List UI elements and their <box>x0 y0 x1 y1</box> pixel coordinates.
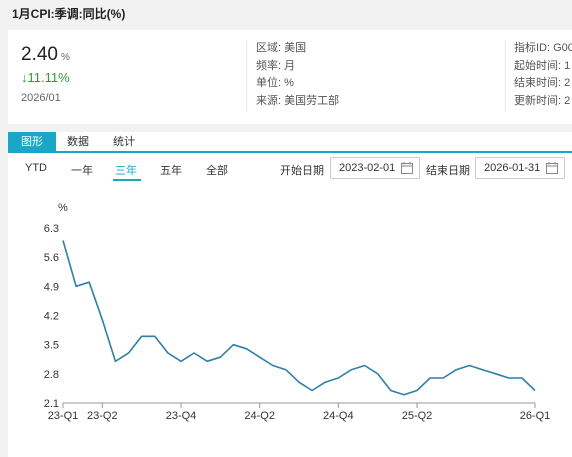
start-date-value: 2023-02-01 <box>339 162 396 174</box>
range-ytd[interactable]: YTD <box>25 162 47 174</box>
change-indicator: ↓11.11% <box>21 70 70 85</box>
x-tick-label: 24-Q2 <box>244 410 275 422</box>
end-date-value: 2026-01-31 <box>484 162 541 174</box>
y-tick-label: 6.3 <box>44 223 59 235</box>
x-tick-label: 23-Q2 <box>87 410 118 422</box>
y-tick-label: 2.8 <box>44 369 59 381</box>
x-tick-label: 23-Q1 <box>48 410 79 422</box>
meta-left: 区域: 美国 频率: 月 单位: % 来源: 美国劳工部 <box>256 40 339 110</box>
y-axis-ticks: 6.3 5.6 4.9 4.2 3.5 2.8 2.1 <box>44 223 59 410</box>
series-group <box>62 240 536 396</box>
x-axis: 23-Q1 23-Q2 23-Q4 24-Q2 24-Q4 25-Q2 26-Q1 <box>48 402 551 422</box>
end-date-input[interactable]: 2026-01-31 <box>475 157 565 179</box>
tab-data[interactable]: 数据 <box>54 132 102 153</box>
title-bar: 1月CPI:季调:同比(%) <box>0 0 572 26</box>
tab-chart[interactable]: 图形 <box>8 132 56 153</box>
latest-value: 2.40% <box>21 44 70 66</box>
meta-update-time: 更新时间: 2 <box>514 94 571 107</box>
range-5y[interactable]: 五年 <box>160 162 182 178</box>
latest-period: 2026/01 <box>21 92 61 104</box>
y-tick-label: 5.6 <box>44 252 59 264</box>
series-line[interactable] <box>62 240 536 396</box>
y-tick-label: 4.9 <box>44 281 59 293</box>
meta-frequency: 频率: 月 <box>256 59 296 72</box>
page-title: 1月CPI:季调:同比(%) <box>12 7 126 21</box>
latest-value-number: 2.40 <box>21 44 58 65</box>
tab-stats[interactable]: 统计 <box>100 132 148 153</box>
meta-unit: 单位: % <box>256 77 294 89</box>
meta-region: 区域: 美国 <box>256 42 307 54</box>
range-active-underline <box>113 179 141 181</box>
start-date-input[interactable]: 2023-02-01 <box>330 157 420 179</box>
calendar-icon <box>401 162 413 174</box>
end-date-label: 结束日期 <box>426 165 470 177</box>
divider <box>246 40 247 112</box>
x-tick-label: 24-Q4 <box>323 410 354 422</box>
x-tick-label: 26-Q1 <box>520 410 551 422</box>
y-tick-label: 4.2 <box>44 311 59 323</box>
divider <box>505 40 506 112</box>
cpi-line-chart: % 6.35.64.94.23.52.82.1 23-Q1 23-Q2 23-Q4 2… <box>44 202 551 422</box>
summary-card: 2.40% ↓11.11% 2026/01 区域: 美国 频率: 月 单位: %… <box>8 30 572 124</box>
meta-start-time: 起始时间: 1 <box>514 59 571 72</box>
meta-source: 来源: 美国劳工部 <box>256 94 340 107</box>
view-tabs: 图形 数据 统计 <box>8 132 572 153</box>
meta-right: 指标ID: G00 起始时间: 1 结束时间: 2 更新时间: 2 <box>514 40 572 110</box>
x-tick-label: 23-Q4 <box>166 410 197 422</box>
range-3y[interactable]: 三年 <box>115 162 137 178</box>
calendar-icon <box>546 162 558 174</box>
start-date-label: 开始日期 <box>280 165 324 177</box>
y-axis-unit-label: % <box>58 202 68 214</box>
meta-indicator-id: 指标ID: G00 <box>514 42 572 54</box>
y-tick-label: 2.1 <box>44 398 59 410</box>
x-tick-label: 25-Q2 <box>402 410 433 422</box>
range-1y[interactable]: 一年 <box>71 162 93 178</box>
meta-end-time: 结束时间: 2 <box>514 77 571 89</box>
y-tick-label: 3.5 <box>44 340 59 352</box>
range-all[interactable]: 全部 <box>206 162 228 178</box>
latest-value-unit: % <box>60 52 70 63</box>
